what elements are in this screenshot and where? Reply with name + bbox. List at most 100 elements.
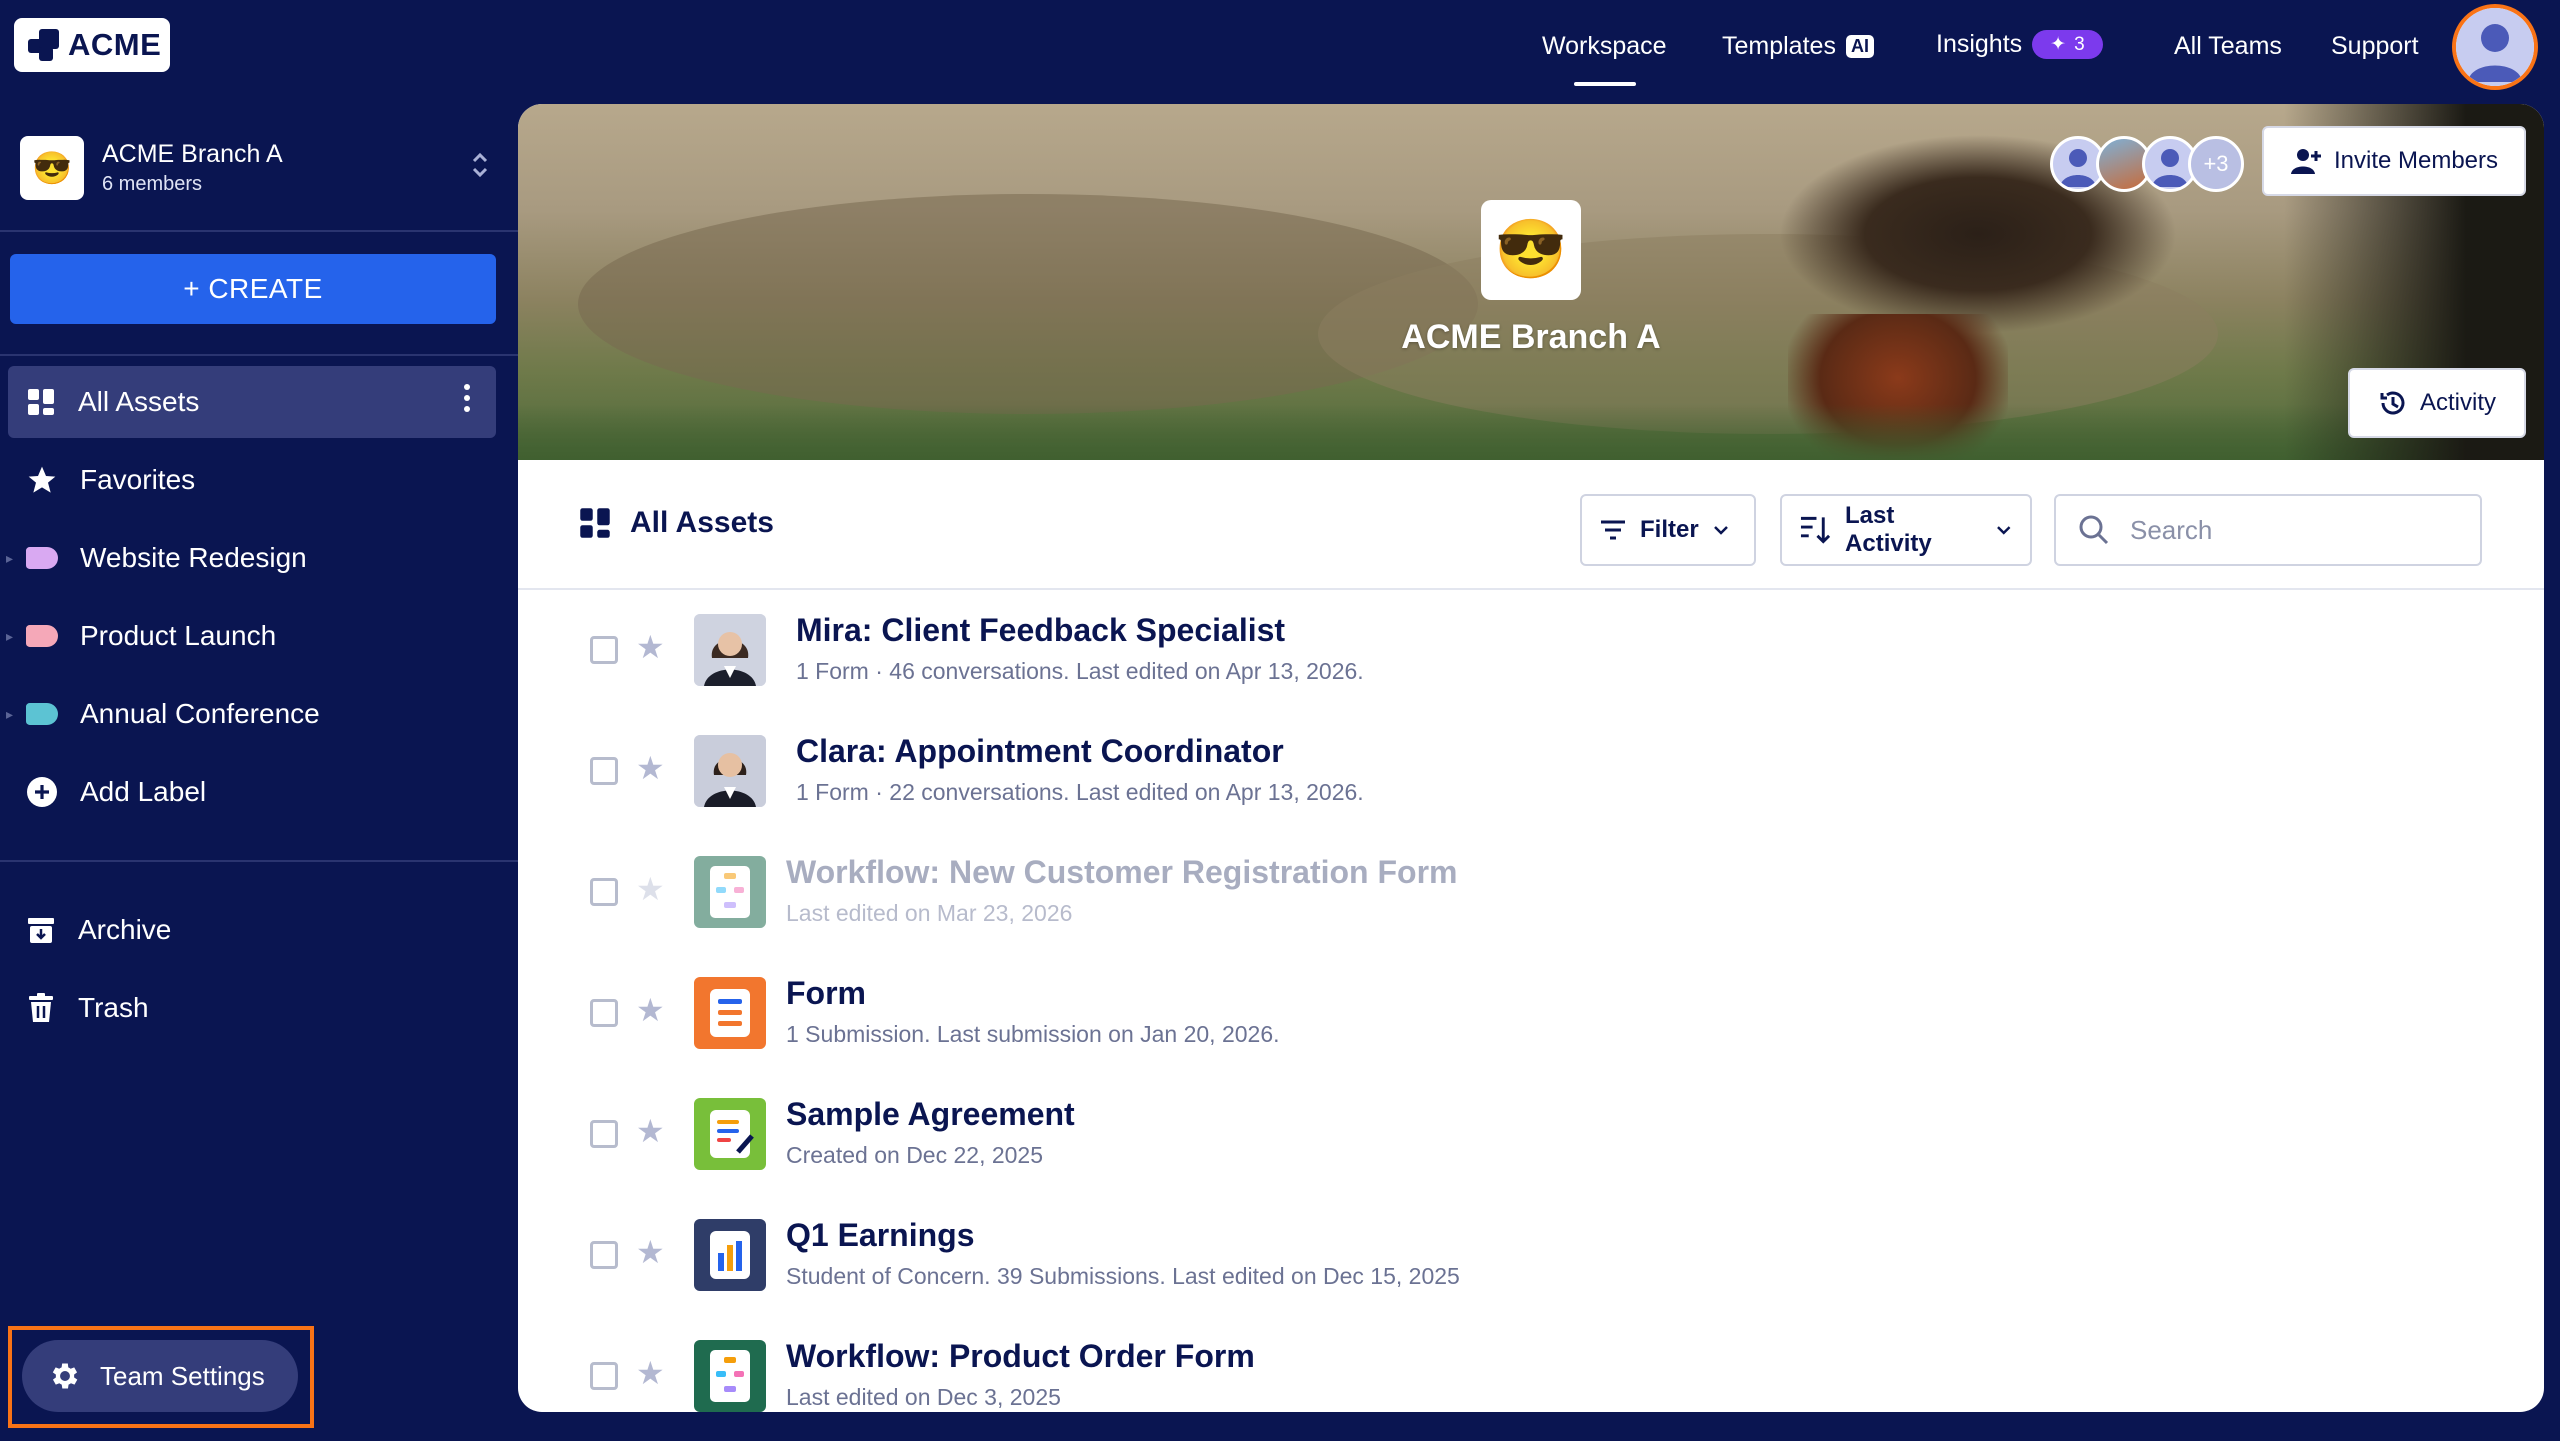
asset-title[interactable]: Form	[786, 975, 866, 1012]
sidebar-item-annual-conference[interactable]: ▸ Annual Conference	[6, 678, 496, 750]
nav-workspace[interactable]: Workspace	[1542, 32, 1667, 61]
caret-right-icon[interactable]: ▸	[6, 550, 13, 567]
row-checkbox[interactable]	[590, 878, 618, 906]
history-icon	[2380, 391, 2405, 415]
assets-heading: All Assets	[578, 506, 774, 540]
user-avatar[interactable]	[2452, 4, 2538, 90]
team-banner-image: 😎 ACME Branch A +3 Invite Members Activi…	[518, 104, 2544, 460]
agent-avatar-icon	[694, 735, 766, 807]
asset-row[interactable]: ★ Clara: Appointment Coordinator 1 Form …	[518, 711, 2544, 831]
plus-circle-icon	[27, 777, 57, 807]
activity-label: Activity	[2419, 389, 2496, 416]
favorite-star-icon[interactable]: ★	[636, 628, 665, 666]
asset-title[interactable]: Q1 Earnings	[786, 1217, 975, 1254]
sidebar-divider	[0, 230, 518, 232]
chevron-down-icon	[1713, 526, 1728, 535]
asset-row[interactable]: ★ Q1 Earnings Student of Concern. 39 Sub…	[518, 1195, 2544, 1315]
search-input[interactable]	[2130, 514, 2460, 546]
nav-support-label: Support	[2331, 32, 2419, 60]
label-tag-icon	[26, 703, 58, 725]
asset-row[interactable]: ★ Form 1 Submission. Last submission on …	[518, 953, 2544, 1073]
asset-title[interactable]: Mira: Client Feedback Specialist	[796, 612, 1285, 649]
nav-templates-label: Templates	[1722, 32, 1836, 60]
row-checkbox[interactable]	[590, 757, 618, 785]
nav-insights-label: Insights	[1936, 30, 2023, 58]
create-button[interactable]: + CREATE	[10, 254, 496, 324]
caret-right-icon[interactable]: ▸	[6, 706, 13, 723]
sidebar-divider	[0, 860, 518, 862]
invite-members-label: Invite Members	[2333, 147, 2499, 174]
table-chart-icon	[694, 1219, 766, 1291]
sidebar-item-label: Product Launch	[80, 620, 277, 651]
sidebar-item-add-label[interactable]: Add Label	[8, 756, 496, 828]
sidebar-item-trash[interactable]: Trash	[8, 972, 496, 1044]
chevron-up-down-icon	[470, 150, 490, 182]
activity-button[interactable]: Activity	[2348, 368, 2526, 438]
asset-subtitle: Student of Concern. 39 Submissions. Last…	[786, 1263, 1460, 1289]
favorite-star-icon[interactable]: ★	[636, 1354, 665, 1392]
nav-all-teams[interactable]: All Teams	[2174, 32, 2282, 61]
filter-button[interactable]: Filter	[1580, 494, 1756, 566]
asset-title[interactable]: Workflow: New Customer Registration Form	[786, 854, 1457, 891]
team-settings-highlight: Team Settings	[8, 1326, 314, 1428]
sidebar-item-label: Website Redesign	[80, 542, 307, 573]
asset-row[interactable]: ★ Workflow: New Customer Registration Fo…	[518, 832, 2544, 952]
favorite-star-icon[interactable]: ★	[636, 1233, 665, 1271]
workflow-icon	[694, 1340, 766, 1412]
sidebar: 😎 ACME Branch A 6 members + CREATE All A…	[0, 96, 518, 1441]
asset-title[interactable]: Clara: Appointment Coordinator	[796, 733, 1284, 770]
nav-support[interactable]: Support	[2331, 32, 2419, 61]
sparkle-icon: ✦	[2050, 34, 2067, 55]
nav-templates[interactable]: Templates AI	[1722, 32, 1874, 61]
sidebar-item-all-assets[interactable]: All Assets	[8, 366, 496, 438]
asset-title[interactable]: Workflow: Product Order Form	[786, 1338, 1255, 1375]
team-emoji-card[interactable]: 😎	[1481, 200, 1581, 300]
invite-members-button[interactable]: Invite Members	[2262, 126, 2526, 196]
asset-subtitle: 1 Form · 22 conversations. Last edited o…	[796, 779, 1364, 805]
caret-right-icon[interactable]: ▸	[6, 628, 13, 645]
workflow-icon	[694, 856, 766, 928]
row-checkbox[interactable]	[590, 636, 618, 664]
sidebar-item-label: Annual Conference	[80, 698, 320, 729]
team-settings-button[interactable]: Team Settings	[22, 1340, 298, 1412]
asset-row[interactable]: ★ Workflow: Product Order Form Last edit…	[518, 1316, 2544, 1412]
acme-logo[interactable]: ACME	[14, 18, 170, 72]
member-avatars[interactable]: +3	[2050, 132, 2244, 196]
trash-icon	[29, 993, 53, 1022]
grid-icon	[580, 508, 610, 538]
sidebar-item-website-redesign[interactable]: ▸ Website Redesign	[6, 522, 496, 594]
favorite-star-icon[interactable]: ★	[636, 991, 665, 1029]
favorite-star-icon[interactable]: ★	[636, 870, 665, 908]
row-checkbox[interactable]	[590, 999, 618, 1027]
search-field[interactable]	[2054, 494, 2482, 566]
team-switcher[interactable]: 😎 ACME Branch A 6 members	[20, 136, 490, 200]
search-icon	[2079, 515, 2109, 545]
row-checkbox[interactable]	[590, 1120, 618, 1148]
star-icon	[28, 466, 56, 493]
nav-active-indicator	[1574, 82, 1636, 86]
favorite-star-icon[interactable]: ★	[636, 749, 665, 787]
nav-insights[interactable]: Insights ✦ 3	[1936, 30, 2103, 59]
asset-subtitle: Last edited on Dec 3, 2025	[786, 1384, 1061, 1410]
assets-heading-label: All Assets	[630, 506, 774, 539]
asset-row[interactable]: ★ Sample Agreement Created on Dec 22, 20…	[518, 1074, 2544, 1194]
more-options-icon[interactable]	[464, 384, 470, 417]
favorite-star-icon[interactable]: ★	[636, 1112, 665, 1150]
sidebar-item-archive[interactable]: Archive	[8, 894, 496, 966]
grid-icon	[28, 389, 54, 415]
asset-subtitle: Created on Dec 22, 2025	[786, 1142, 1044, 1168]
sidebar-item-favorites[interactable]: Favorites	[8, 444, 496, 516]
sort-button[interactable]: Last Activity	[1780, 494, 2032, 566]
form-icon	[694, 977, 766, 1049]
asset-title[interactable]: Sample Agreement	[786, 1096, 1075, 1133]
row-checkbox[interactable]	[590, 1362, 618, 1390]
ai-badge: AI	[1845, 35, 1874, 58]
row-checkbox[interactable]	[590, 1241, 618, 1269]
team-member-count: 6 members	[102, 173, 203, 195]
asset-row[interactable]: ★ Mira: Client Feedback Specialist 1 For…	[518, 590, 2544, 710]
sidebar-item-product-launch[interactable]: ▸ Product Launch	[6, 600, 496, 672]
nav-all-teams-label: All Teams	[2174, 32, 2282, 60]
sidebar-divider	[0, 354, 518, 356]
filter-label: Filter	[1640, 516, 1699, 543]
sign-document-icon	[694, 1098, 766, 1170]
